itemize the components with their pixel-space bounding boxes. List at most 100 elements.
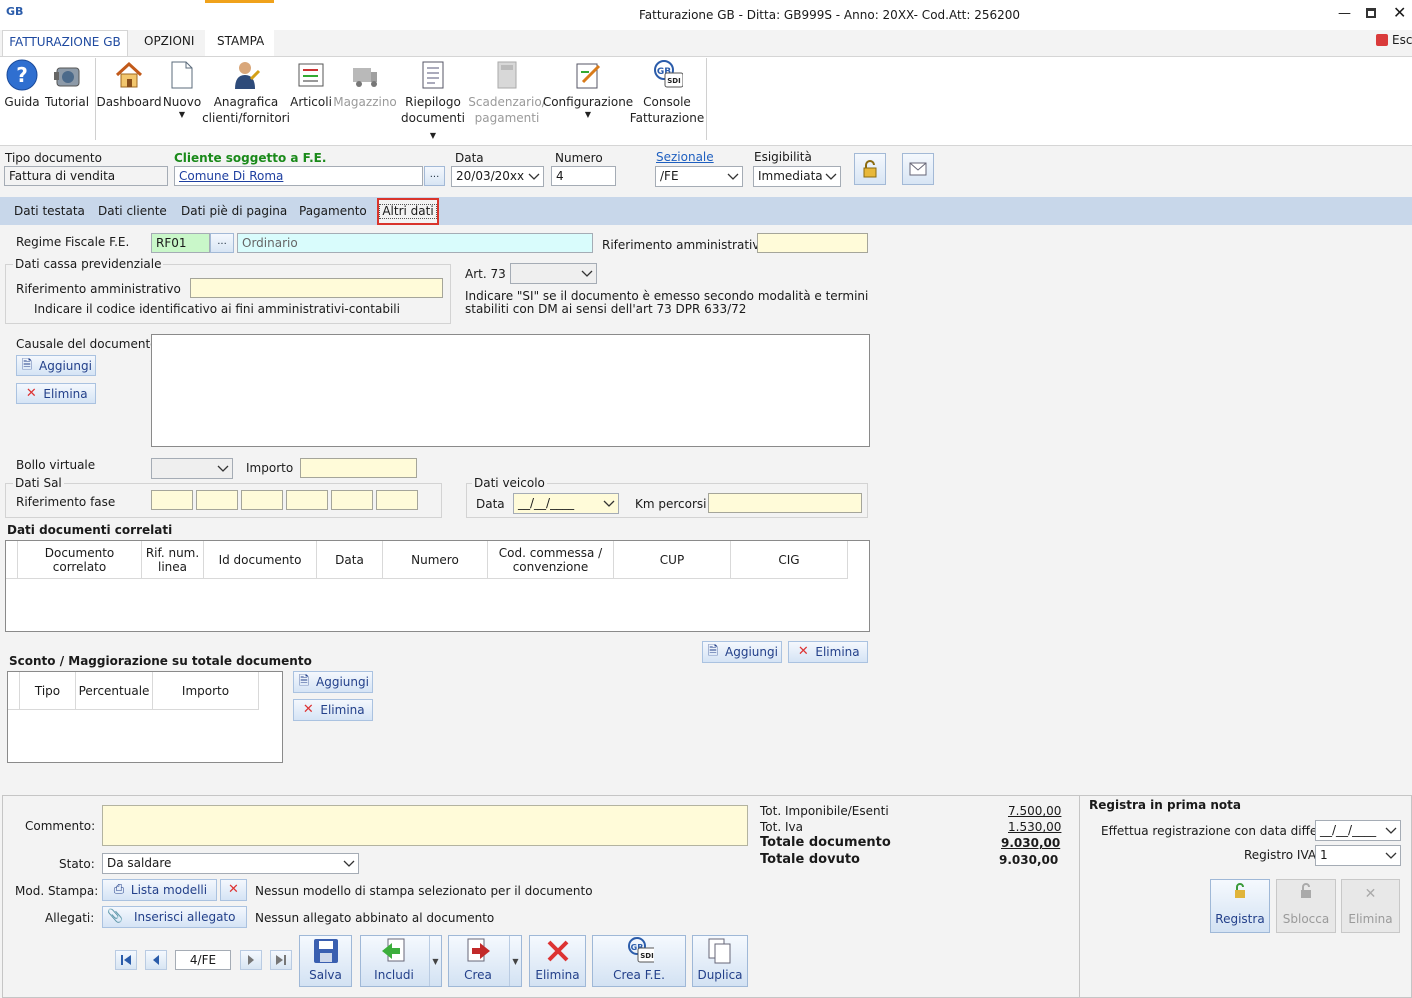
numero-field[interactable]: 4 xyxy=(551,166,616,186)
mod-stampa-msg: Nessun modello di stampa selezionato per… xyxy=(255,884,593,898)
art73-select[interactable] xyxy=(510,263,597,284)
tipo-documento-field[interactable]: Fattura di vendita xyxy=(4,166,168,186)
registro-select[interactable]: 1 xyxy=(1315,845,1401,866)
tab-pagamento[interactable]: Pagamento xyxy=(299,204,367,218)
crea-button[interactable]: Crea ▼ xyxy=(448,935,522,987)
rif-fase-field-2[interactable] xyxy=(196,490,238,510)
sconto-elimina-button[interactable]: ✕ Elimina xyxy=(293,699,373,721)
sezionale-select[interactable]: /FE xyxy=(655,166,743,187)
help-icon: ? xyxy=(6,58,38,92)
lista-modelli-button[interactable]: ⎙ Lista modelli xyxy=(102,879,217,901)
totale-dovuto-value: 9.030,00 xyxy=(999,853,1059,867)
rif-fase-field-6[interactable] xyxy=(376,490,418,510)
column-header[interactable]: Rif. num. linea xyxy=(142,541,204,579)
anagrafica-button[interactable]: Anagrafica clienti/fornitori xyxy=(202,58,290,126)
mod-stampa-label: Mod. Stampa: xyxy=(15,884,99,898)
home-icon xyxy=(113,58,145,92)
minimize-icon[interactable]: — xyxy=(1338,6,1351,21)
differita-picker[interactable]: __/__/____ xyxy=(1315,820,1401,841)
close-icon[interactable]: ✕ xyxy=(1393,3,1406,22)
tab-stampa[interactable]: STAMPA xyxy=(217,34,264,48)
prev-record-button[interactable] xyxy=(145,950,167,970)
column-header[interactable]: Importo xyxy=(153,672,259,710)
sezionale-link[interactable]: Sezionale xyxy=(656,150,714,164)
rif-fase-field-3[interactable] xyxy=(241,490,283,510)
column-header[interactable]: Id documento xyxy=(204,541,317,579)
tab-fatturazione-gb[interactable]: FATTURAZIONE GB xyxy=(2,30,128,56)
next-record-button[interactable] xyxy=(240,950,262,970)
duplica-button[interactable]: Duplica xyxy=(692,935,748,987)
cliente-link[interactable]: Comune Di Roma xyxy=(179,169,283,183)
delete-icon: ✕ xyxy=(228,882,239,897)
last-record-button[interactable] xyxy=(270,950,292,970)
articoli-button[interactable]: Articoli xyxy=(290,58,332,110)
dashboard-button[interactable]: Dashboard xyxy=(96,58,162,110)
crea-fe-button[interactable]: GB SDI Crea F.E. xyxy=(592,935,686,987)
sconto-grid[interactable]: Tipo Percentuale Importo xyxy=(7,671,283,763)
column-header[interactable]: CIG xyxy=(731,541,848,579)
column-header[interactable]: Documento correlato xyxy=(18,541,142,579)
esigibilita-select[interactable]: Immediata xyxy=(753,166,841,187)
guida-button[interactable]: ? Guida xyxy=(4,58,40,110)
causale-elimina-button[interactable]: ✕ Elimina xyxy=(16,383,96,404)
cassa-rif-field[interactable] xyxy=(190,278,443,298)
causale-textarea[interactable] xyxy=(151,334,870,447)
cliente-lookup-button[interactable]: ... xyxy=(424,166,445,186)
stato-select[interactable]: Da saldare xyxy=(102,853,359,874)
includi-button[interactable]: Includi ▼ xyxy=(360,935,442,987)
data-picker[interactable]: 20/03/20xx xyxy=(451,166,544,187)
rif-fase-field-1[interactable] xyxy=(151,490,193,510)
column-header[interactable]: Tipo xyxy=(20,672,76,710)
maximize-icon[interactable] xyxy=(1366,8,1376,18)
esigibilita-label: Esigibilità xyxy=(754,150,812,164)
regime-lookup-button[interactable]: ... xyxy=(210,233,234,253)
exit-button[interactable]: Esci xyxy=(1376,33,1412,47)
km-field[interactable] xyxy=(708,493,862,513)
commento-field[interactable] xyxy=(102,805,748,846)
salva-button[interactable]: Salva xyxy=(299,935,352,987)
rif-fase-field-5[interactable] xyxy=(331,490,373,510)
tab-opzioni[interactable]: OPZIONI xyxy=(144,34,194,48)
console-fatturazione-button[interactable]: GB SDI Console Fatturazione xyxy=(630,58,704,126)
tab-dati-pie-di-pagina[interactable]: Dati piè di pagina xyxy=(181,204,287,218)
column-header[interactable]: Percentuale xyxy=(76,672,153,710)
person-icon xyxy=(230,58,262,92)
regime-desc-field[interactable]: Ordinario xyxy=(237,233,593,253)
bollo-select[interactable] xyxy=(151,458,233,479)
registra-button[interactable]: Registra xyxy=(1210,879,1270,933)
cliente-field[interactable]: Comune Di Roma xyxy=(174,166,423,186)
lock-button[interactable] xyxy=(854,153,886,185)
chevron-down-icon[interactable]: ▼ xyxy=(509,936,521,986)
nuovo-button[interactable]: Nuovo ▼ xyxy=(163,58,201,120)
veicolo-data-picker[interactable]: __/__/____ xyxy=(513,493,619,514)
correlati-aggiungi-button[interactable]: 🗎 Aggiungi xyxy=(702,641,782,663)
tab-dati-testata[interactable]: Dati testata xyxy=(14,204,85,218)
causale-aggiungi-button[interactable]: 🗎 Aggiungi xyxy=(16,355,96,376)
first-record-button[interactable] xyxy=(115,950,137,970)
record-indicator[interactable]: 4/FE xyxy=(175,950,231,970)
column-header[interactable]: Cod. commessa / convenzione xyxy=(488,541,614,579)
rif-fase-field-4[interactable] xyxy=(286,490,328,510)
column-header[interactable]: Data xyxy=(317,541,383,579)
rif-amm-field[interactable] xyxy=(757,233,868,253)
configurazione-button[interactable]: Configurazione ▼ xyxy=(543,58,633,120)
delete-icon: ✕ xyxy=(302,702,314,717)
correlati-grid[interactable]: Documento correlato Rif. num. linea Id d… xyxy=(5,540,870,632)
column-header[interactable]: CUP xyxy=(614,541,731,579)
clear-modello-button[interactable]: ✕ xyxy=(220,879,247,901)
elimina-button[interactable]: Elimina xyxy=(529,935,586,987)
correlati-elimina-button[interactable]: ✕ Elimina xyxy=(788,641,868,663)
column-header[interactable]: Numero xyxy=(383,541,488,579)
inserisci-allegato-button[interactable]: 📎 Inserisci allegato xyxy=(102,906,247,928)
sconto-aggiungi-button[interactable]: 🗎 Aggiungi xyxy=(293,671,373,693)
cassa-rif-label: Riferimento amministrativo xyxy=(16,282,181,296)
regime-code-field[interactable]: RF01 xyxy=(151,233,210,253)
tutorial-button[interactable]: Tutorial xyxy=(44,58,90,110)
chevron-down-icon[interactable]: ▼ xyxy=(429,936,441,986)
email-button[interactable] xyxy=(902,153,934,185)
importo-field[interactable] xyxy=(300,458,417,478)
riepilogo-button[interactable]: Riepilogo documenti ▼ xyxy=(398,58,468,144)
tab-dati-cliente[interactable]: Dati cliente xyxy=(98,204,167,218)
tab-altri-dati[interactable]: Altri dati xyxy=(377,198,439,225)
chevron-down-icon xyxy=(343,860,355,867)
